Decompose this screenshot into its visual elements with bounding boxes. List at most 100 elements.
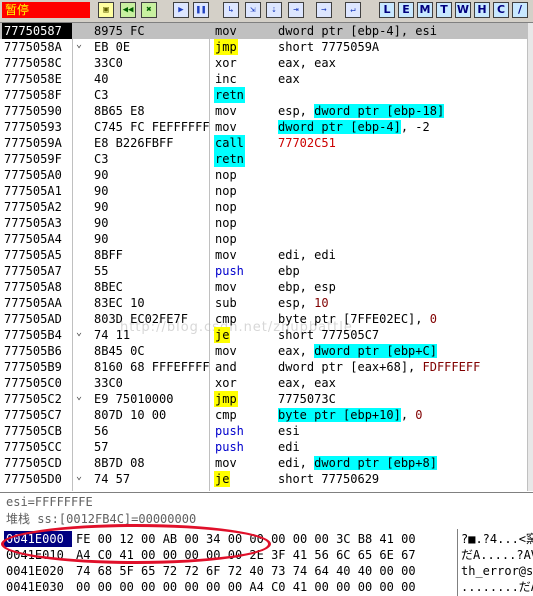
operand-part: dword ptr [ebp+C]: [314, 344, 437, 358]
close-icon[interactable]: ✖: [141, 2, 157, 18]
operand-part: edi, edi: [278, 248, 336, 262]
disasm-row[interactable]: 777505A4 90 nop: [0, 231, 533, 247]
disasm-mnemonic: mov: [215, 104, 237, 118]
disasm-row[interactable]: 777505A3 90 nop: [0, 215, 533, 231]
window-button-E[interactable]: E: [398, 2, 414, 18]
operand-part: 7775073C: [278, 392, 336, 406]
run-icon[interactable]: ▶: [173, 2, 189, 18]
disasm-address: 777505CB: [4, 424, 62, 438]
disasm-mnemonic: push: [215, 440, 244, 454]
disasm-row[interactable]: 777505CC 57 push edi: [0, 439, 533, 455]
jump-arrow-icon: ⌄: [76, 471, 83, 482]
disasm-hex: 803D EC02FE7F: [94, 312, 188, 326]
operand-part: dword ptr [eax+68],: [278, 360, 423, 374]
window-button-C[interactable]: C: [493, 2, 509, 18]
execute-till-return-icon[interactable]: →: [316, 2, 332, 18]
open-icon[interactable]: ▣: [98, 2, 114, 18]
disasm-hex: 74 57: [94, 472, 131, 486]
dump-row[interactable]: 0041E010 A4 C0 41 00 00 00 00 00 2E 3F 41…: [0, 547, 533, 563]
window-button-H[interactable]: H: [474, 2, 490, 18]
operand-part: eax: [278, 72, 300, 86]
disasm-row[interactable]: 7775059F C3 retn: [0, 151, 533, 167]
disasm-address: 777505C0: [4, 376, 62, 390]
disasm-operands: dword ptr [ebp-4], -2: [278, 119, 430, 135]
disasm-hex: 56: [94, 424, 109, 438]
disasm-mnemonic: cmp: [215, 408, 237, 422]
operand-part: ebp, esp: [278, 280, 336, 294]
disassembly-pane[interactable]: http://blog.csdn.net/zhupbattle 77750587…: [0, 23, 533, 491]
dump-row[interactable]: 0041E000 FE 00 12 00 AB 00 34 00 00 00 00…: [0, 531, 533, 547]
disasm-row[interactable]: 777505A5 8BFF mov edi, edi: [0, 247, 533, 263]
disasm-hex: 8B7D 08: [94, 456, 145, 470]
disasm-row[interactable]: 777505C2 ⌄ E9 75010000 jmp 7775073C: [0, 391, 533, 407]
disasm-row[interactable]: 777505AA 83EC 10 sub esp, 10: [0, 295, 533, 311]
disasm-address: 777505C2: [4, 392, 62, 406]
dump-row[interactable]: 0041E020 74 68 5F 65 72 72 6F 72 40 73 74…: [0, 563, 533, 579]
pause-icon[interactable]: ❚❚: [193, 2, 209, 18]
operand-part: short 777505C7: [278, 328, 380, 342]
operand-part: 77702C51: [278, 136, 336, 150]
disasm-mnemonic: mov: [215, 456, 237, 470]
disasm-row[interactable]: 777505B6 8B45 0C mov eax, dword ptr [ebp+C]: [0, 343, 533, 359]
disasm-row[interactable]: 7775058F C3 retn: [0, 87, 533, 103]
disasm-operands: 77702C51: [278, 135, 336, 151]
disasm-row[interactable]: 777505C7 807D 10 00 cmp byte ptr [ebp+10], …: [0, 407, 533, 423]
trace-over-icon[interactable]: ⇥: [288, 2, 304, 18]
disasm-operands: short 777505C7: [278, 327, 379, 343]
dump-address: 0041E000: [4, 531, 72, 547]
disasm-address: 777505A0: [4, 168, 62, 182]
disasm-row[interactable]: 777505A1 90 nop: [0, 183, 533, 199]
disasm-mnemonic: inc: [215, 72, 237, 86]
trace-into-icon[interactable]: ⇣: [266, 2, 282, 18]
disasm-address: 777505CD: [4, 456, 62, 470]
window-button-L[interactable]: L: [379, 2, 395, 18]
disasm-row[interactable]: 7775058C 33C0 xor eax, eax: [0, 55, 533, 71]
disasm-mnemonic: je: [214, 327, 231, 343]
window-button-W[interactable]: W: [455, 2, 471, 18]
step-into-icon[interactable]: ↳: [223, 2, 239, 18]
disasm-row[interactable]: 77750590 8B65 E8 mov esp, dword ptr [ebp-18…: [0, 103, 533, 119]
dump-address: 0041E030: [6, 580, 64, 594]
disasm-mnemonic: mov: [215, 344, 237, 358]
disasm-mnemonic: mov: [215, 248, 237, 262]
disasm-row[interactable]: 777505A2 90 nop: [0, 199, 533, 215]
restart-icon[interactable]: ◀◀: [120, 2, 136, 18]
disasm-row[interactable]: 77750593 C745 FC FEFFFFFF mov dword ptr [eb…: [0, 119, 533, 135]
disassembly-scrollbar[interactable]: [528, 23, 533, 491]
disasm-row[interactable]: 777505B4 ⌄ 74 11 je short 777505C7: [0, 327, 533, 343]
disasm-row[interactable]: 777505B9 8160 68 FFFEFFFF and dword ptr [ea…: [0, 359, 533, 375]
disasm-row[interactable]: 777505A0 90 nop: [0, 167, 533, 183]
window-button-slash[interactable]: /: [512, 2, 528, 18]
step-over-icon[interactable]: ⇲: [245, 2, 261, 18]
disasm-hex: C745 FC FEFFFFFF: [94, 120, 210, 134]
disasm-mnemonic: nop: [215, 232, 237, 246]
disasm-row[interactable]: 777505A8 8BEC mov ebp, esp: [0, 279, 533, 295]
disasm-row[interactable]: 7775058E 40 inc eax: [0, 71, 533, 87]
disasm-address: 777505A7: [4, 264, 62, 278]
disasm-row[interactable]: 777505CB 56 push esi: [0, 423, 533, 439]
operand-part: dword ptr [ebp-4], esi: [278, 24, 437, 38]
window-button-T[interactable]: T: [436, 2, 452, 18]
disasm-address: 777505B6: [4, 344, 62, 358]
disasm-mnemonic: je: [214, 471, 231, 487]
operand-part: edi: [278, 440, 300, 454]
disasm-hex: E8 B226FBFF: [94, 136, 174, 150]
disasm-row[interactable]: 777505A7 55 push ebp: [0, 263, 533, 279]
disasm-row[interactable]: 777505D0 ⌄ 74 57 je short 77750629: [0, 471, 533, 487]
goto-icon[interactable]: ↵: [345, 2, 361, 18]
window-button-M[interactable]: M: [417, 2, 433, 18]
disasm-address: 777505A1: [4, 184, 62, 198]
disasm-row[interactable]: 7775058A ⌄ EB 0E jmp short 7775059A: [0, 39, 533, 55]
disasm-row[interactable]: 7775059A E8 B226FBFF call 77702C51: [0, 135, 533, 151]
info-register-line: esi=FFFFFFFE: [6, 495, 93, 509]
disasm-address: 7775058C: [4, 56, 62, 70]
dump-row[interactable]: 0041E030 00 00 00 00 00 00 00 00 A4 C0 41…: [0, 579, 533, 595]
dump-ascii: ?■.?4...<窯A.: [461, 532, 533, 546]
operand-part: edi,: [278, 456, 315, 470]
disasm-address: 777505A4: [4, 232, 62, 246]
dump-hex: 74 68 5F 65 72 72 6F 72 40 73 74 64 40 4…: [76, 564, 416, 578]
disasm-hex: 83EC 10: [94, 296, 145, 310]
disasm-address: 777505AD: [4, 312, 62, 326]
disasm-mnemonic: push: [215, 424, 244, 438]
memory-dump-pane[interactable]: 0041E000 FE 00 12 00 AB 00 34 00 00 00 00…: [0, 529, 533, 596]
